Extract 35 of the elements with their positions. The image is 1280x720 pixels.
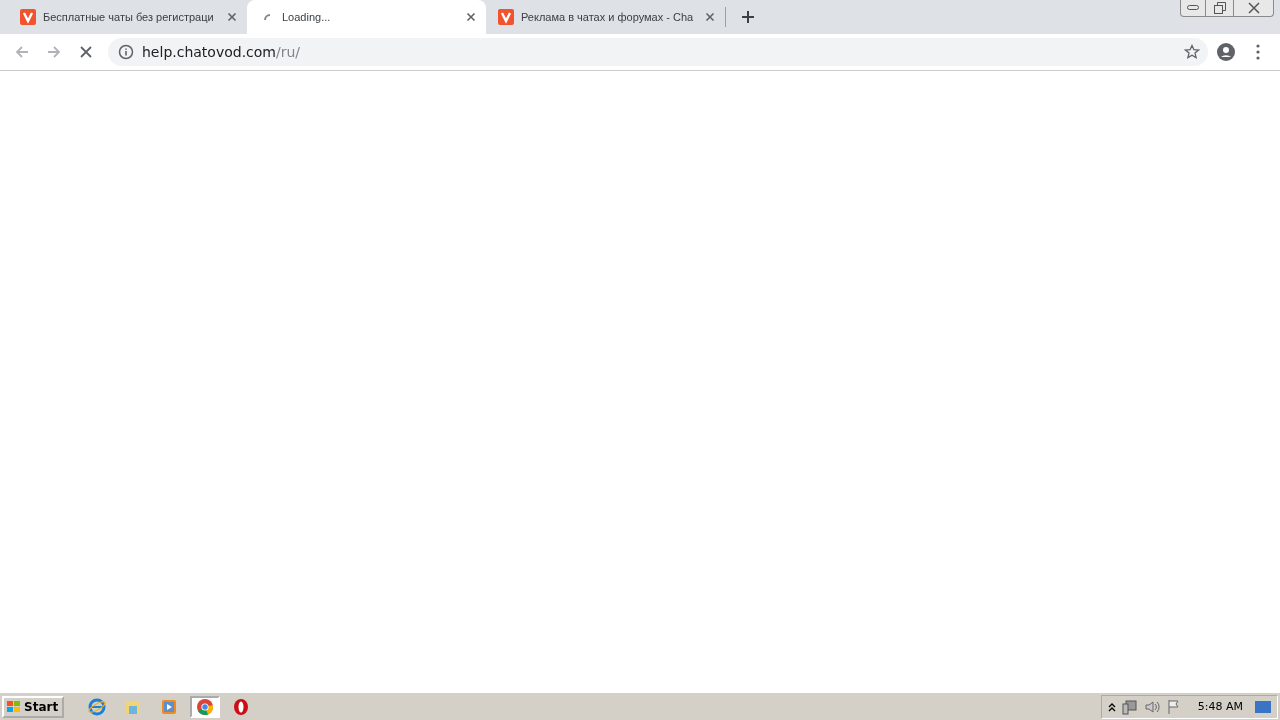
opera-icon <box>232 697 251 716</box>
close-icon[interactable] <box>703 10 717 24</box>
site-logo-icon <box>20 9 36 25</box>
address-bar[interactable]: help.chatovod.com/ru/ <box>108 38 1208 66</box>
clock-text: 5:48 AM <box>1197 700 1243 713</box>
chevron-up-icon[interactable] <box>1107 701 1116 712</box>
minimize-icon <box>1187 5 1199 11</box>
stop-icon <box>79 45 93 59</box>
chrome-icon <box>196 697 215 716</box>
star-icon[interactable] <box>1184 44 1200 60</box>
show-desktop-icon[interactable] <box>1255 699 1271 714</box>
browser-icon <box>88 697 107 716</box>
restore-icon <box>1213 2 1226 14</box>
browser-tab[interactable]: Бесплатные чаты без регистраци <box>8 0 247 34</box>
profile-icon <box>1216 42 1236 62</box>
taskbar-app-button[interactable] <box>190 695 221 718</box>
browser-tab[interactable]: Loading... <box>247 0 486 34</box>
close-icon[interactable] <box>225 10 239 24</box>
site-logo-icon <box>498 9 514 25</box>
network-icon[interactable] <box>1121 698 1138 715</box>
more-icon <box>1256 44 1260 60</box>
speaker-icon[interactable] <box>1143 698 1160 715</box>
loading-spinner-icon <box>263 13 271 21</box>
plus-icon <box>740 9 756 25</box>
close-icon <box>1247 2 1260 14</box>
info-icon[interactable] <box>118 44 134 60</box>
browser-tab[interactable]: Реклама в чатах и форумах - Cha <box>486 0 725 34</box>
start-button[interactable]: Start <box>2 695 65 718</box>
flag-icon[interactable] <box>1165 698 1182 715</box>
url-text: help.chatovod.com/ru/ <box>142 44 302 60</box>
windows-logo-icon <box>6 699 22 714</box>
close-icon[interactable] <box>464 10 478 24</box>
back-arrow-icon <box>14 44 30 60</box>
media-player-icon <box>160 697 179 716</box>
forward-arrow-icon <box>46 44 62 60</box>
